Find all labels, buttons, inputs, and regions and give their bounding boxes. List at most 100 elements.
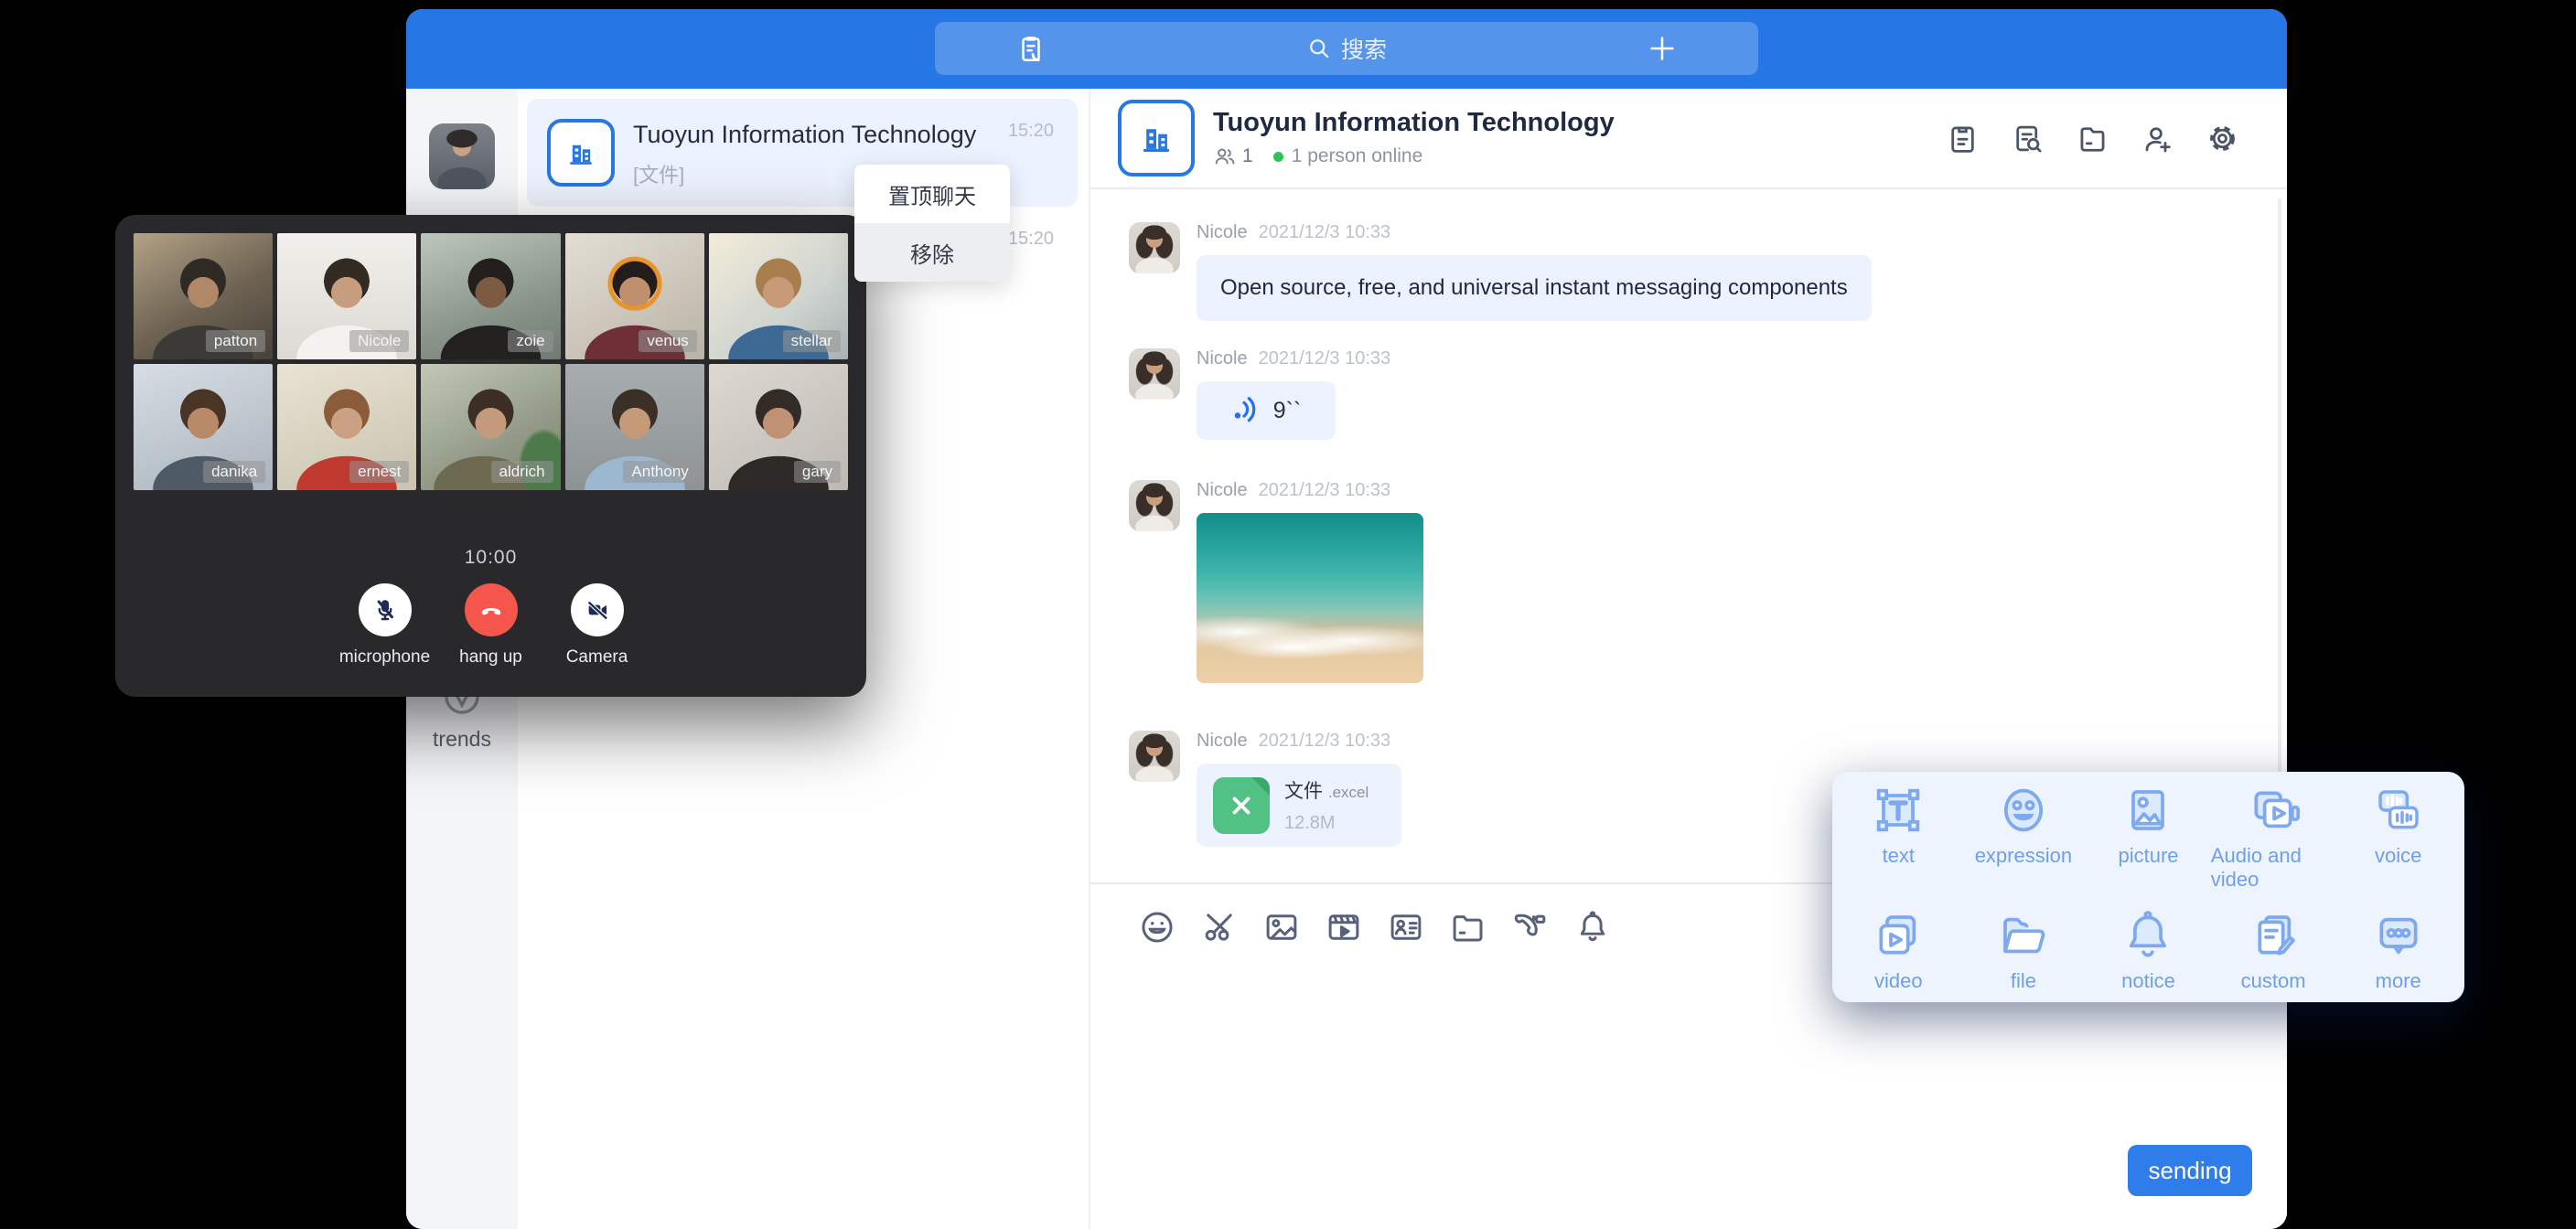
contacts-clipboard-icon[interactable] [1015,33,1046,64]
poll-icon[interactable] [1946,122,1980,155]
participant-tile[interactable]: patton [134,233,273,359]
panel-item-file[interactable]: file [1961,906,2087,993]
participant-tile[interactable]: zoie [421,233,560,359]
panel-item-label: text [1883,844,1915,868]
participant-tile[interactable]: Nicole [277,233,416,359]
menu-item-remove[interactable]: 移除 [854,223,1010,282]
screen: 搜索 [0,0,2576,1229]
panel-item-label: expression [1975,844,2072,868]
group-building-icon [547,119,615,187]
panel-item-voice[interactable]: voice [2335,781,2461,892]
member-count: 1 [1242,145,1253,167]
emoji-icon[interactable] [1138,908,1176,946]
message-time: 2021/12/3 10:33 [1259,731,1391,752]
audio-video-icon [2244,781,2302,839]
expression-icon [1994,781,2053,839]
send-button[interactable]: sending [2128,1145,2252,1196]
picture-icon [2119,781,2177,839]
contact-card-icon[interactable] [1387,908,1425,946]
message-time: 2021/12/3 10:33 [1259,480,1391,501]
text-icon [1869,781,1927,839]
avatar[interactable] [1129,222,1180,273]
notification-icon[interactable] [1573,908,1612,946]
file-folder-icon [1994,906,2053,965]
hang-up-icon[interactable] [465,583,518,636]
file-name: 文件 .excel [1284,776,1368,804]
camera-button[interactable]: Camera [552,583,643,668]
call-timer: 10:00 [134,547,848,569]
panel-item-audio-video[interactable]: Audio and video [2211,781,2336,892]
avatar[interactable] [429,123,495,189]
panel-item-label: voice [2375,844,2421,868]
panel-item-more[interactable]: more [2335,906,2461,993]
add-member-icon[interactable] [2141,122,2174,155]
folder-icon[interactable] [1449,908,1487,946]
panel-item-picture[interactable]: picture [2086,781,2211,892]
chat-item-time: 15:20 [1008,229,1054,250]
chat-header-actions [1946,122,2239,155]
voice-message-bubble[interactable]: 9`` [1197,381,1336,440]
settings-icon[interactable] [2206,122,2239,155]
panel-item-expression[interactable]: expression [1961,781,2087,892]
message-bubble[interactable]: Open source, free, and universal instant… [1197,255,1872,321]
panel-item-label: Audio and video [2211,844,2336,892]
voice-wave-icon [1231,396,1261,425]
members-icon [1213,144,1237,168]
chat-item-last-message: [文件] [633,159,684,188]
panel-item-video[interactable]: video [1836,906,1961,993]
chat-search-icon[interactable] [2011,122,2045,155]
microphone-button[interactable]: microphone [339,583,431,668]
video-message-icon[interactable] [1325,908,1363,946]
file-size: 12.8M [1284,813,1368,834]
beach-photo[interactable] [1197,513,1423,683]
panel-item-label: video [1874,969,1923,993]
participant-name: aldrich [491,461,553,483]
camera-off-icon[interactable] [571,583,624,636]
participant-tile[interactable]: ernest [277,364,416,490]
image-icon[interactable] [1262,908,1301,946]
avatar[interactable] [1129,348,1180,400]
scrollbar[interactable] [2278,198,2281,871]
participant-tile[interactable]: stellar [709,233,848,359]
search-placeholder: 搜索 [1341,32,1387,65]
panel-item-notice[interactable]: notice [2086,906,2211,993]
message-sender: Nicole [1197,348,1248,369]
participant-tile[interactable]: aldrich [421,364,560,490]
video-call-icon[interactable] [1511,908,1550,946]
participant-name: stellar [783,330,841,352]
video-call-panel: patton Nicole zoie venus stellar danika … [115,215,866,697]
chat-title: Tuoyun Information Technology [1213,108,1615,138]
hang-up-button[interactable]: hang up [445,583,537,668]
screenshot-icon[interactable] [1200,908,1239,946]
panel-item-label: file [2011,969,2036,993]
participant-name: Anthony [623,461,696,483]
participant-name: zoie [508,330,553,352]
message-image: Nicole 2021/12/3 10:33 [1129,480,2287,683]
video-icon [1869,906,1927,965]
plus-icon[interactable] [1647,33,1678,64]
panel-item-text[interactable]: text [1836,781,1961,892]
chat-header: Tuoyun Information Technology 1 1 person… [1090,89,2287,189]
participant-tile[interactable]: venus [565,233,704,359]
participant-tile[interactable]: gary [709,364,848,490]
panel-item-custom[interactable]: custom [2211,906,2336,993]
participant-tile[interactable]: danika [134,364,273,490]
search-icon [1306,36,1332,61]
mic-muted-icon[interactable] [359,583,412,636]
sidebar-item-label: trends [406,727,518,752]
chat-main: Tuoyun Information Technology 1 1 person… [1089,89,2287,1229]
search-bar[interactable]: 搜索 [935,22,1758,75]
message-time: 2021/12/3 10:33 [1259,222,1391,243]
file-icon[interactable] [2076,122,2109,155]
microphone-label: microphone [339,647,430,668]
file-message-card[interactable]: 文件 .excel 12.8M [1197,764,1401,847]
search-input[interactable]: 搜索 [1306,32,1387,65]
participant-tile[interactable]: Anthony [565,364,704,490]
participant-name: patton [206,330,265,352]
voice-icon [2369,781,2428,839]
avatar[interactable] [1129,731,1180,782]
menu-item-pin-chat[interactable]: 置顶聊天 [854,165,1010,223]
custom-icon [2244,906,2302,965]
avatar[interactable] [1129,480,1180,531]
participant-name: Nicole [349,330,409,352]
